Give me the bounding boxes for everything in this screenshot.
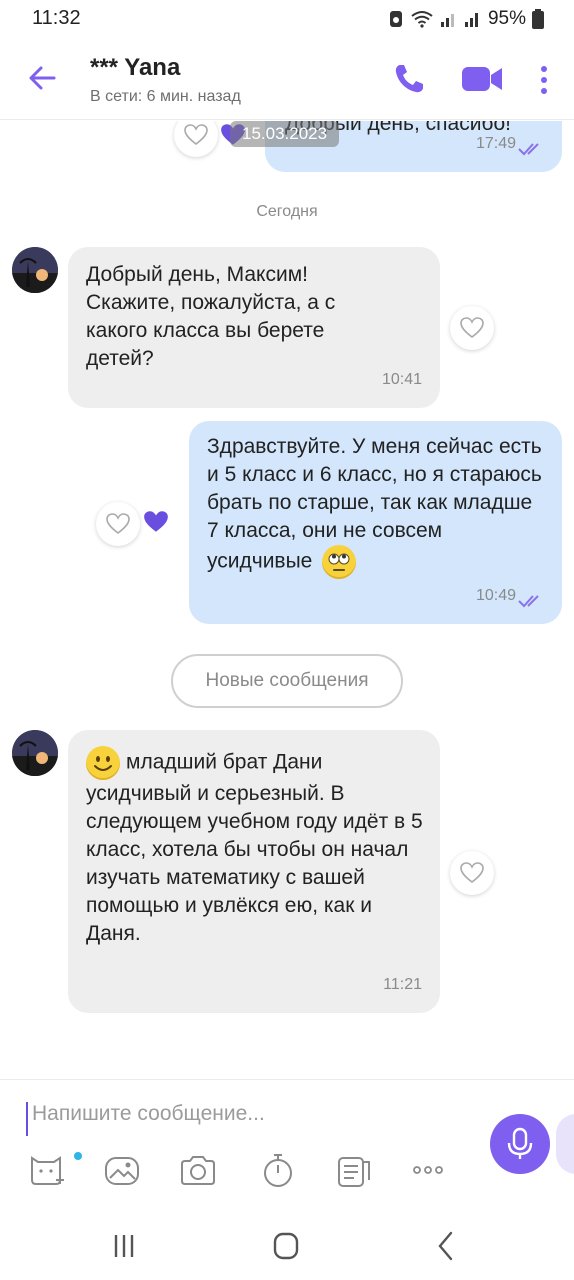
message-time: 10:49 — [475, 587, 516, 604]
timer-icon[interactable] — [258, 1150, 298, 1190]
message-text: Добрый день, Максим! Скажите, пожалуйста… — [86, 263, 336, 370]
heart-outline-icon — [106, 513, 130, 535]
system-nav-bar — [0, 1209, 574, 1280]
like-button[interactable] — [450, 306, 494, 350]
message-time: 11:21 — [383, 976, 422, 993]
heart-outline-icon — [460, 862, 484, 884]
message-bubble-outgoing[interactable]: Здравствуйте. У меня сейчас есть и 5 кла… — [189, 421, 562, 624]
like-button[interactable] — [174, 121, 218, 157]
voice-message-button[interactable] — [490, 1114, 550, 1174]
more-menu-icon[interactable] — [535, 64, 553, 96]
video-call-icon[interactable] — [460, 62, 504, 96]
new-stickers-badge — [74, 1152, 82, 1160]
back-icon[interactable] — [426, 1229, 466, 1263]
message-list[interactable]: Добрый день, спасибо! 17:49 15.03.2023 С… — [0, 121, 574, 1079]
microphone-icon — [507, 1127, 533, 1159]
gallery-icon[interactable] — [102, 1150, 142, 1190]
composer-side-panel[interactable] — [556, 1114, 574, 1174]
read-ticks-icon — [518, 595, 539, 608]
avatar-image — [12, 247, 58, 293]
smiley-face-icon — [322, 545, 357, 579]
smiling-face-icon — [86, 746, 120, 780]
smile-emoji — [94, 756, 112, 771]
message-bubble-incoming[interactable]: Добрый день, Максим! Скажите, пожалуйста… — [68, 247, 440, 408]
status-time: 11:32 — [32, 7, 81, 29]
date-chip: 15.03.2023 — [230, 121, 340, 147]
status-bar: 11:32 95% — [0, 0, 574, 40]
contact-name[interactable]: *** Yana — [90, 54, 180, 82]
sticker-icon[interactable] — [26, 1150, 66, 1190]
message-time: 17:49 — [475, 135, 516, 152]
message-text-content: Здравствуйте. У меня сейчас есть и 5 кла… — [207, 435, 542, 573]
notification-icon — [389, 11, 402, 27]
home-icon[interactable] — [266, 1229, 306, 1263]
read-ticks-icon — [518, 143, 539, 156]
signal-icon — [440, 14, 454, 27]
camera-icon[interactable] — [178, 1150, 218, 1190]
poll-icon[interactable] — [334, 1150, 374, 1190]
message-text-content: младший брат Дани усидчивый и серьезный.… — [86, 750, 423, 945]
avatar[interactable] — [12, 730, 58, 776]
message-input[interactable]: Напишите сообщение... — [26, 1102, 446, 1136]
message-text: Здравствуйте. У меня сейчас есть и 5 кла… — [207, 433, 547, 579]
signal-icon-2 — [464, 13, 478, 27]
wifi-icon — [411, 11, 433, 28]
message-bubble-incoming[interactable]: младший брат Дани усидчивый и серьезный.… — [68, 730, 440, 1013]
battery-percent: 95% — [487, 8, 526, 29]
new-messages-divider: Новые сообщения — [171, 654, 403, 708]
more-options-icon[interactable] — [408, 1150, 448, 1190]
contact-status: В сети: 6 мин. назад — [90, 88, 241, 105]
battery-icon — [532, 9, 544, 29]
recent-apps-icon[interactable] — [104, 1229, 144, 1263]
heart-outline-icon — [460, 317, 484, 339]
heart-outline-icon — [184, 124, 208, 146]
avatar[interactable] — [12, 247, 58, 293]
message-time: 10:41 — [381, 371, 422, 388]
heart-filled-icon — [144, 511, 168, 532]
like-button[interactable] — [450, 851, 494, 895]
like-button[interactable] — [96, 502, 140, 546]
message-text: младший брат Дани усидчивый и серьезный.… — [86, 746, 426, 948]
rolling-eyes-emoji — [328, 553, 350, 571]
back-arrow-icon[interactable] — [26, 62, 58, 94]
message-composer: Напишите сообщение... — [0, 1079, 574, 1209]
chat-header: *** Yana В сети: 6 мин. назад — [0, 40, 574, 120]
phone-call-icon[interactable] — [392, 62, 426, 96]
date-divider-today: Сегодня — [256, 203, 318, 220]
avatar-image — [12, 730, 58, 776]
